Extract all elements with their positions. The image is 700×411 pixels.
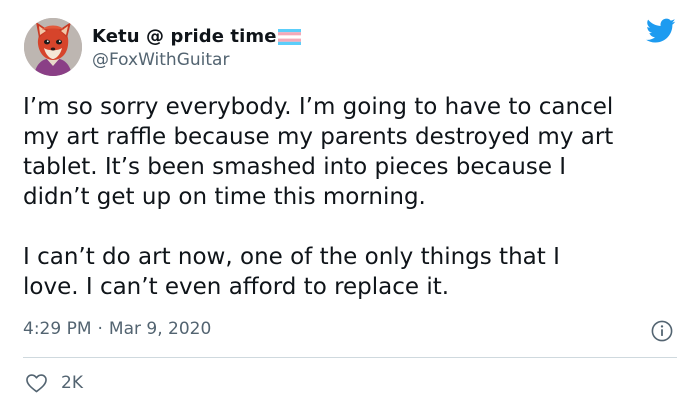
user-handle[interactable]: @FoxWithGuitar [92,50,229,70]
like-count[interactable]: 2K [61,373,83,393]
display-name[interactable]: Ketu @ pride time [92,26,277,47]
tweet-text: I’m so sorry everybody. I’m going to hav… [23,92,683,302]
meta-separator: · [97,319,103,339]
tweet-paragraph: I can’t do art now, one of the only thin… [23,242,683,302]
tweet-date[interactable]: Mar 9, 2020 [109,319,211,339]
tweet-time[interactable]: 4:29 PM [23,319,92,339]
trans-pride-flag-icon [277,29,301,45]
tweet-line: I can’t do art now, one of the only thin… [23,244,560,270]
tweet-card: Ketu @ pride time @FoxWithGuitar I’m so … [0,0,700,411]
tweet-line: I’m so sorry everybody. I’m going to hav… [23,94,614,120]
tweet-line: tablet. It’s been smashed into pieces be… [23,154,567,180]
tweet-paragraph: I’m so sorry everybody. I’m going to hav… [23,92,683,212]
like-action[interactable]: 2K [25,372,83,394]
user-name-row[interactable]: Ketu @ pride time [92,23,301,49]
twitter-bird-icon[interactable] [646,18,676,44]
tweet-line: didn’t get up on time this morning. [23,184,426,210]
avatar[interactable] [24,18,82,76]
divider [23,357,677,358]
heart-icon[interactable] [25,373,48,393]
tweet-line: my art raffle because my parents destroy… [23,124,614,150]
tweet-timestamp[interactable]: 4:29 PM · Mar 9, 2020 [23,319,211,339]
info-icon[interactable] [651,320,673,342]
fox-character-avatar-image [24,18,82,76]
tweet-line: love. I can’t even afford to replace it. [23,274,450,300]
